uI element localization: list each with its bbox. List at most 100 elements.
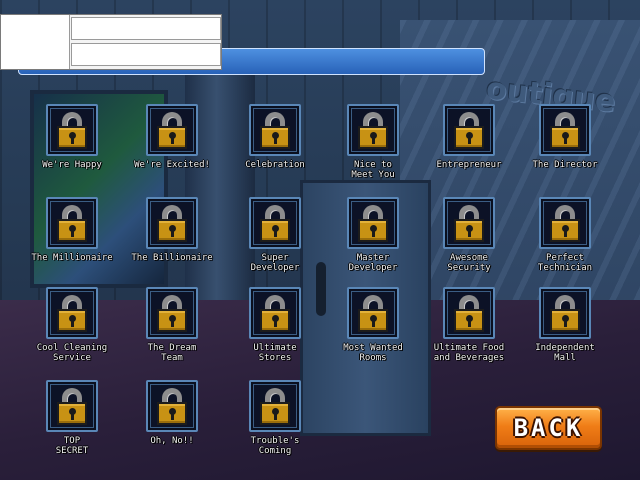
achievement-badge[interactable] bbox=[46, 287, 98, 339]
achievement-tile[interactable]: Celebration bbox=[225, 104, 325, 194]
achievement-label: Ultimate Food and Beverages bbox=[433, 343, 505, 363]
achievement-label: Cool Cleaning Service bbox=[36, 343, 108, 363]
lock-body bbox=[157, 126, 187, 149]
achievement-badge[interactable] bbox=[249, 104, 301, 156]
achievement-tile[interactable]: Trouble's Coming bbox=[225, 380, 325, 470]
lock-body bbox=[358, 126, 388, 149]
achievement-tile[interactable]: Entrepreneur bbox=[419, 104, 519, 194]
padlock-icon bbox=[251, 382, 299, 430]
padlock-icon bbox=[349, 199, 397, 247]
padlock-icon bbox=[148, 382, 196, 430]
back-button[interactable]: BACK bbox=[495, 406, 602, 450]
achievement-badge[interactable] bbox=[347, 287, 399, 339]
achievement-label: Super Developer bbox=[250, 253, 300, 273]
keyhole-icon bbox=[562, 132, 569, 144]
achievement-tile[interactable]: Awesome Security bbox=[419, 197, 519, 287]
padlock-icon bbox=[445, 199, 493, 247]
back-button-label: BACK bbox=[513, 414, 584, 442]
lock-body bbox=[57, 309, 87, 332]
padlock-icon bbox=[148, 199, 196, 247]
achievement-badge[interactable] bbox=[146, 380, 198, 432]
achievement-label: Oh, No!! bbox=[150, 436, 194, 446]
padlock-icon bbox=[541, 199, 589, 247]
lock-body bbox=[57, 402, 87, 425]
achievement-label: Nice to Meet You bbox=[351, 160, 395, 180]
overlay-field[interactable] bbox=[71, 43, 221, 66]
keyhole-icon bbox=[69, 315, 76, 327]
keyhole-icon bbox=[169, 315, 176, 327]
padlock-icon bbox=[541, 106, 589, 154]
lock-body bbox=[57, 219, 87, 242]
padlock-icon bbox=[48, 382, 96, 430]
achievement-badge[interactable] bbox=[539, 197, 591, 249]
overlay-panel[interactable] bbox=[0, 14, 222, 70]
padlock-icon bbox=[541, 289, 589, 337]
achievement-tile[interactable]: Nice to Meet You bbox=[323, 104, 423, 194]
achievement-tile[interactable]: We're Happy bbox=[22, 104, 122, 194]
achievement-badge[interactable] bbox=[146, 287, 198, 339]
achievement-tile[interactable]: Master Developer bbox=[323, 197, 423, 287]
achievement-badge[interactable] bbox=[443, 104, 495, 156]
lock-body bbox=[550, 219, 580, 242]
achievement-label: TOP SECRET bbox=[55, 436, 89, 456]
achievement-badge[interactable] bbox=[249, 287, 301, 339]
achievement-tile[interactable]: Perfect Technician bbox=[515, 197, 615, 287]
keyhole-icon bbox=[272, 132, 279, 144]
keyhole-icon bbox=[370, 225, 377, 237]
achievement-badge[interactable] bbox=[146, 197, 198, 249]
lock-body bbox=[260, 402, 290, 425]
achievement-badge[interactable] bbox=[46, 197, 98, 249]
keyhole-icon bbox=[562, 225, 569, 237]
achievement-badge[interactable] bbox=[443, 287, 495, 339]
keyhole-icon bbox=[370, 315, 377, 327]
achievement-tile[interactable]: Cool Cleaning Service bbox=[22, 287, 122, 377]
keyhole-icon bbox=[69, 408, 76, 420]
achievement-tile[interactable]: Ultimate Food and Beverages bbox=[419, 287, 519, 377]
lock-body bbox=[157, 219, 187, 242]
achievement-badge[interactable] bbox=[443, 197, 495, 249]
achievement-tile[interactable]: Most Wanted Rooms bbox=[323, 287, 423, 377]
achievement-tile[interactable]: The Director bbox=[515, 104, 615, 194]
achievement-tile[interactable]: We're Excited! bbox=[122, 104, 222, 194]
achievement-label: Ultimate Stores bbox=[253, 343, 297, 363]
keyhole-icon bbox=[169, 132, 176, 144]
achievement-tile[interactable]: Oh, No!! bbox=[122, 380, 222, 470]
achievement-tile[interactable]: TOP SECRET bbox=[22, 380, 122, 470]
achievement-badge[interactable] bbox=[46, 104, 98, 156]
overlay-cell bbox=[1, 15, 70, 69]
achievement-tile[interactable]: Super Developer bbox=[225, 197, 325, 287]
padlock-icon bbox=[251, 199, 299, 247]
lock-body bbox=[260, 309, 290, 332]
achievement-tile[interactable]: Ultimate Stores bbox=[225, 287, 325, 377]
achievement-tile[interactable]: The Millionaire bbox=[22, 197, 122, 287]
achievement-badge[interactable] bbox=[539, 287, 591, 339]
keyhole-icon bbox=[169, 225, 176, 237]
achievement-badge[interactable] bbox=[249, 197, 301, 249]
padlock-icon bbox=[148, 289, 196, 337]
lock-body bbox=[454, 309, 484, 332]
achievement-tile[interactable]: Independent Mall bbox=[515, 287, 615, 377]
achievement-label: Trouble's Coming bbox=[250, 436, 300, 456]
achievement-badge[interactable] bbox=[347, 197, 399, 249]
lock-body bbox=[260, 219, 290, 242]
lock-body bbox=[57, 126, 87, 149]
padlock-icon bbox=[445, 106, 493, 154]
achievement-tile[interactable]: The Billionaire bbox=[122, 197, 222, 287]
achievement-badge[interactable] bbox=[539, 104, 591, 156]
keyhole-icon bbox=[69, 132, 76, 144]
padlock-icon bbox=[148, 106, 196, 154]
achievement-label: The Director bbox=[532, 160, 598, 170]
overlay-field[interactable] bbox=[71, 17, 221, 40]
achievement-label: Master Developer bbox=[348, 253, 398, 273]
achievement-tile[interactable]: The Dream Team bbox=[122, 287, 222, 377]
achievement-badge[interactable] bbox=[146, 104, 198, 156]
padlock-icon bbox=[445, 289, 493, 337]
achievement-label: The Millionaire bbox=[31, 253, 113, 263]
padlock-icon bbox=[48, 106, 96, 154]
achievement-badge[interactable] bbox=[347, 104, 399, 156]
achievement-badge[interactable] bbox=[249, 380, 301, 432]
achievement-label: Entrepreneur bbox=[436, 160, 502, 170]
achievement-label: Most Wanted Rooms bbox=[343, 343, 403, 363]
achievement-badge[interactable] bbox=[46, 380, 98, 432]
lock-body bbox=[550, 309, 580, 332]
